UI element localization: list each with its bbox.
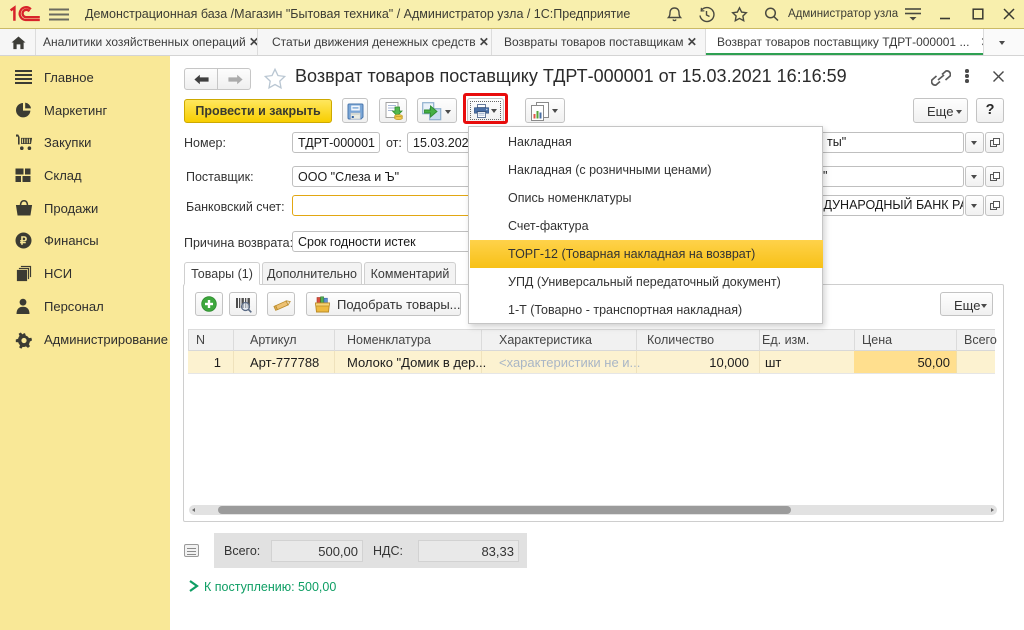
- svg-text:₽: ₽: [20, 236, 27, 248]
